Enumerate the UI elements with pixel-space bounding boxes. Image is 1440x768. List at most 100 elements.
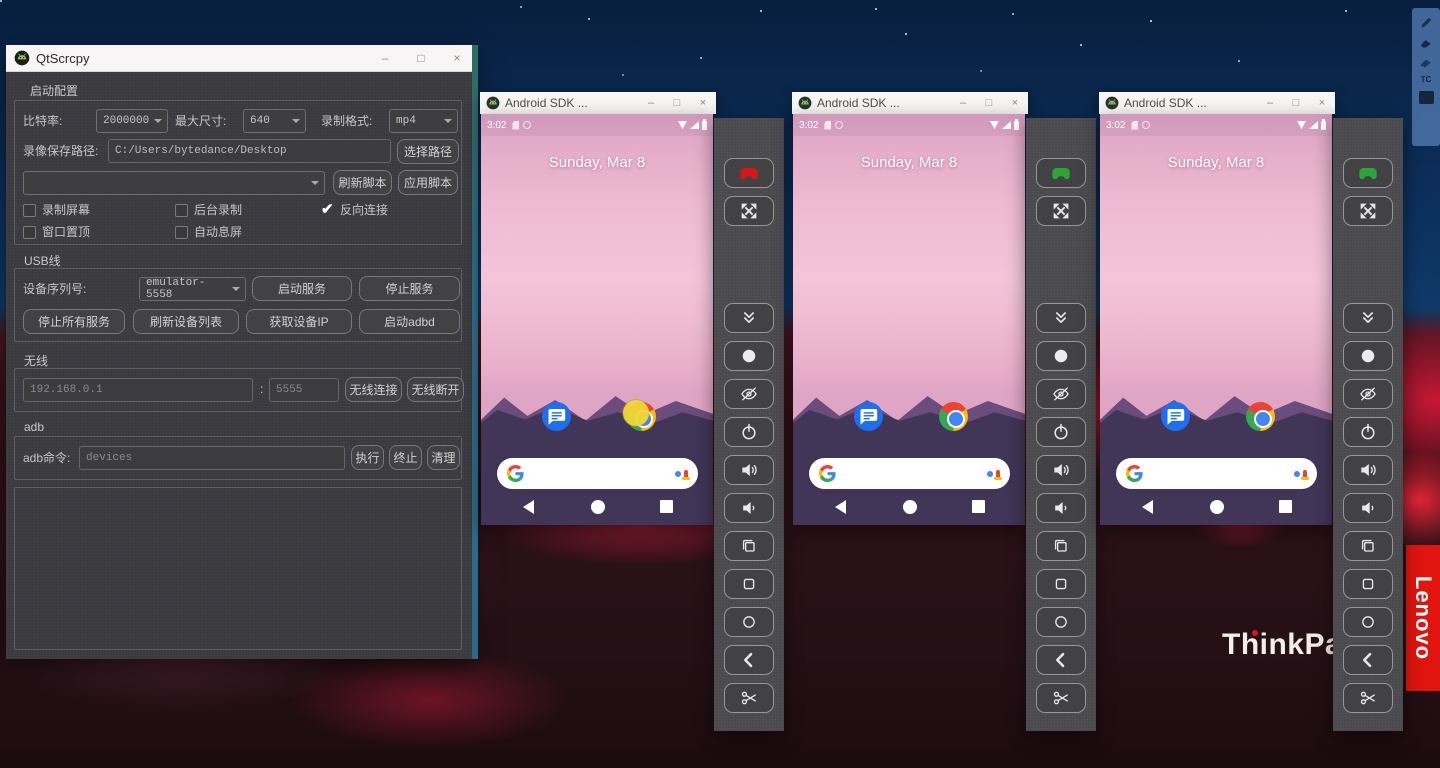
screen-off-button[interactable] <box>724 379 774 409</box>
nav-recents-button[interactable] <box>1279 500 1292 513</box>
get-device-ip-button[interactable]: 获取设备IP <box>246 309 352 334</box>
nav-back-button[interactable] <box>523 500 534 514</box>
app-switch-button[interactable] <box>1343 531 1393 561</box>
adb-output-area[interactable] <box>14 487 462 650</box>
maximize-button[interactable]: □ <box>406 52 436 64</box>
app-switch-button[interactable] <box>724 531 774 561</box>
adb-command-input[interactable]: devices <box>79 446 345 470</box>
fullscreen-button[interactable] <box>724 196 774 226</box>
recents-button[interactable] <box>1036 569 1086 599</box>
board-tool[interactable] <box>1419 91 1434 104</box>
adb-clear-button[interactable]: 清理 <box>427 445 460 470</box>
home-button[interactable] <box>1036 607 1086 637</box>
chrome-app-icon[interactable] <box>1246 402 1275 431</box>
home-button[interactable] <box>1343 607 1393 637</box>
stop-service-button[interactable]: 停止服务 <box>359 276 460 301</box>
volume-down-button[interactable] <box>1343 493 1393 523</box>
home-button[interactable] <box>724 607 774 637</box>
group-control-button[interactable] <box>1343 158 1393 188</box>
stop-all-services-button[interactable]: 停止所有服务 <box>23 309 125 334</box>
nav-home-button[interactable] <box>591 500 605 514</box>
nav-home-button[interactable] <box>903 500 917 514</box>
wireless-ip-input[interactable]: 192.168.0.1 <box>23 378 253 402</box>
power-button[interactable] <box>724 417 774 447</box>
back-button[interactable] <box>1343 645 1393 675</box>
maximize-button[interactable]: □ <box>1283 97 1309 109</box>
window-titlebar[interactable]: Android SDK ... – □ × <box>792 92 1028 114</box>
screen-off-button[interactable] <box>1036 379 1086 409</box>
collapse-button[interactable] <box>724 303 774 333</box>
window-titlebar[interactable]: Android SDK ... – □ × <box>1099 92 1335 114</box>
checkbox-reverse-connect[interactable] <box>321 204 334 217</box>
wireless-disconnect-button[interactable]: 无线断开 <box>407 377 464 402</box>
touch-display-button[interactable] <box>724 341 774 371</box>
chrome-app-icon[interactable] <box>939 402 968 431</box>
checkbox-record-screen[interactable] <box>23 204 36 217</box>
collapse-button[interactable] <box>1036 303 1086 333</box>
refresh-devices-button[interactable]: 刷新设备列表 <box>133 309 239 334</box>
start-service-button[interactable]: 启动服务 <box>252 276 352 301</box>
phone-mirror-screen[interactable]: 3:02 Sunday, Mar 8 <box>793 114 1025 525</box>
adb-terminate-button[interactable]: 终止 <box>389 445 422 470</box>
group-control-button[interactable] <box>724 158 774 188</box>
bitrate-combo[interactable]: 2000000 <box>96 109 168 133</box>
recents-button[interactable] <box>724 569 774 599</box>
screenshot-button[interactable] <box>1036 683 1086 713</box>
checkbox-auto-screen-off[interactable] <box>175 226 188 239</box>
close-button[interactable]: × <box>690 97 716 109</box>
apply-script-button[interactable]: 应用脚本 <box>398 170 458 195</box>
minimize-button[interactable]: – <box>370 52 400 64</box>
back-button[interactable] <box>724 645 774 675</box>
messages-app-icon[interactable] <box>1161 402 1190 431</box>
collapse-button[interactable] <box>1343 303 1393 333</box>
nav-recents-button[interactable] <box>660 500 673 513</box>
adb-execute-button[interactable]: 执行 <box>351 445 384 470</box>
window-titlebar[interactable]: Android SDK ... – □ × <box>480 92 716 114</box>
checkbox-background-record[interactable] <box>175 204 188 217</box>
pencil-icon[interactable] <box>1419 16 1433 30</box>
nav-back-button[interactable] <box>835 500 846 514</box>
google-search-bar[interactable] <box>1116 458 1317 489</box>
messages-app-icon[interactable] <box>854 402 883 431</box>
screenshot-button[interactable] <box>724 683 774 713</box>
back-button[interactable] <box>1036 645 1086 675</box>
fullscreen-button[interactable] <box>1343 196 1393 226</box>
recents-button[interactable] <box>1343 569 1393 599</box>
script-combo[interactable] <box>23 171 325 195</box>
select-path-button[interactable]: 选择路径 <box>397 139 459 164</box>
touch-display-button[interactable] <box>1036 341 1086 371</box>
google-search-bar[interactable] <box>809 458 1010 489</box>
minimize-button[interactable]: – <box>950 97 976 109</box>
volume-down-button[interactable] <box>1036 493 1086 523</box>
phone-mirror-screen[interactable]: 3:02 Sunday, Mar 8 <box>481 114 713 525</box>
screen-off-button[interactable] <box>1343 379 1393 409</box>
volume-up-button[interactable] <box>724 455 774 485</box>
fullscreen-button[interactable] <box>1036 196 1086 226</box>
group-control-button[interactable] <box>1036 158 1086 188</box>
maximize-button[interactable]: □ <box>664 97 690 109</box>
text-tool-label[interactable]: TC <box>1421 75 1432 84</box>
close-button[interactable]: × <box>442 52 472 64</box>
maximize-button[interactable]: □ <box>976 97 1002 109</box>
refresh-script-button[interactable]: 刷新脚本 <box>333 170 392 195</box>
marker-icon[interactable] <box>1419 56 1433 68</box>
app-switch-button[interactable] <box>1036 531 1086 561</box>
record-format-combo[interactable]: mp4 <box>389 109 458 133</box>
save-path-input[interactable]: C:/Users/bytedance/Desktop <box>108 139 391 163</box>
power-button[interactable] <box>1343 417 1393 447</box>
wireless-port-input[interactable]: 5555 <box>269 378 339 402</box>
volume-up-button[interactable] <box>1343 455 1393 485</box>
eraser-icon[interactable] <box>1419 37 1433 49</box>
minimize-button[interactable]: – <box>638 97 664 109</box>
nav-recents-button[interactable] <box>972 500 985 513</box>
close-button[interactable]: × <box>1309 97 1335 109</box>
checkbox-window-on-top[interactable] <box>23 226 36 239</box>
messages-app-icon[interactable] <box>542 402 571 431</box>
google-search-bar[interactable] <box>497 458 698 489</box>
touch-display-button[interactable] <box>1343 341 1393 371</box>
wireless-connect-button[interactable]: 无线连接 <box>345 377 402 402</box>
start-adbd-button[interactable]: 启动adbd <box>359 309 460 334</box>
phone-mirror-screen[interactable]: 3:02 Sunday, Mar 8 <box>1100 114 1332 525</box>
nav-back-button[interactable] <box>1142 500 1153 514</box>
power-button[interactable] <box>1036 417 1086 447</box>
